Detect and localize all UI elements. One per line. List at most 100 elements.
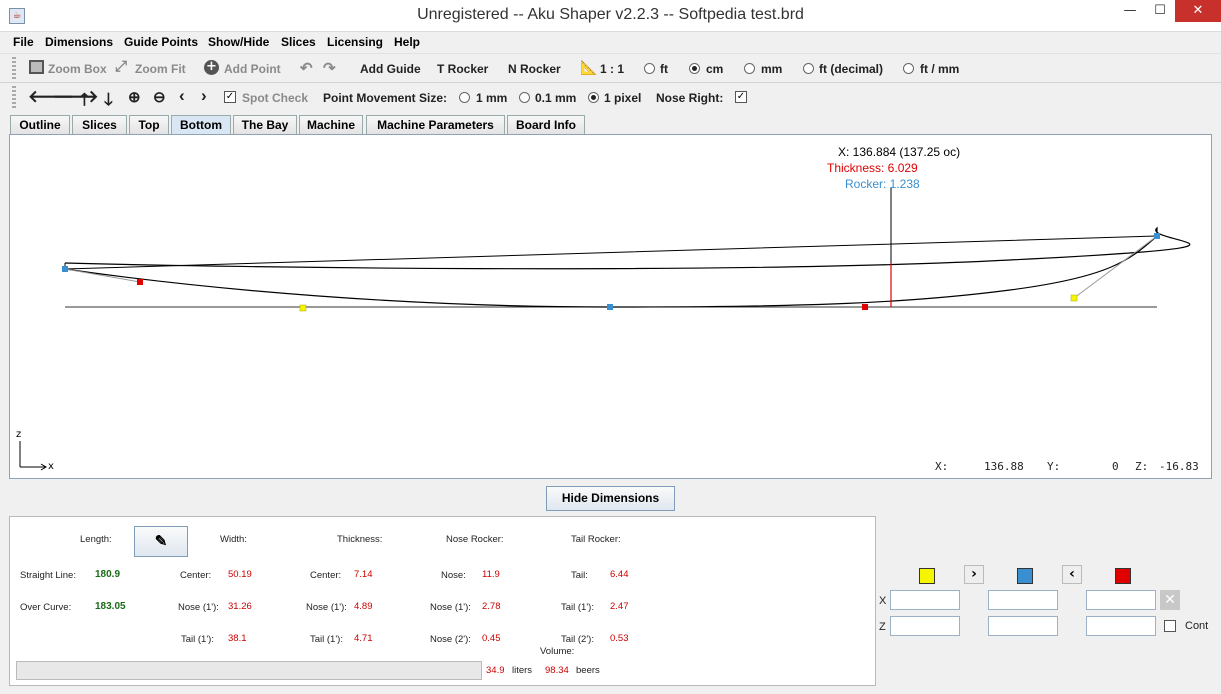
tab-outline[interactable]: Outline bbox=[10, 115, 70, 134]
yellow-point-swatch[interactable] bbox=[919, 568, 935, 584]
zoom-fit-button[interactable]: Zoom Fit bbox=[135, 62, 186, 76]
menu-file[interactable]: File bbox=[13, 35, 34, 49]
add-guide-button[interactable]: Add Guide bbox=[360, 62, 421, 76]
unit-ft-mm-label: ft / mm bbox=[920, 62, 960, 76]
red-x-input[interactable] bbox=[1086, 590, 1156, 610]
previous-point-icon[interactable]: ‹ bbox=[179, 86, 185, 106]
tab-bottom[interactable]: Bottom bbox=[171, 115, 231, 135]
yellow-x-input[interactable] bbox=[890, 590, 960, 610]
n-rocker-button[interactable]: N Rocker bbox=[508, 62, 561, 76]
top-curve bbox=[64, 226, 1191, 270]
status-y-label: Y: bbox=[1047, 460, 1061, 473]
scale-button[interactable]: 1 : 1 bbox=[600, 62, 624, 76]
blue-point-swatch[interactable] bbox=[1017, 568, 1033, 584]
arrow-down-icon[interactable]: 🡓 bbox=[104, 87, 113, 116]
toolbar-main: Zoom Box ⤢ Zoom Fit + Add Point ↶ ↷ Add … bbox=[0, 53, 1221, 83]
nose-right-label: Nose Right: bbox=[656, 91, 724, 105]
spot-check-icon: ✓ bbox=[224, 91, 236, 103]
tab-board-info[interactable]: Board Info bbox=[507, 115, 585, 134]
next-point-icon[interactable]: › bbox=[201, 86, 207, 106]
toolbar-grip[interactable] bbox=[12, 57, 16, 81]
menu-bar: File Dimensions Guide Points Show/Hide S… bbox=[0, 32, 1221, 52]
blue-x-input[interactable] bbox=[988, 590, 1058, 610]
tab-top[interactable]: Top bbox=[129, 115, 169, 134]
control-point-tail[interactable] bbox=[1154, 233, 1160, 239]
thickness-nose-value: 4.89 bbox=[354, 601, 373, 612]
control-point-yellow[interactable] bbox=[299, 304, 307, 312]
unit-cm-label: cm bbox=[706, 62, 724, 76]
volume-beers-value: 98.34 bbox=[545, 665, 569, 676]
undo-icon[interactable]: ↶ bbox=[300, 59, 313, 77]
movement-1px-radio[interactable] bbox=[588, 92, 599, 103]
hide-dimensions-button[interactable]: Hide Dimensions bbox=[546, 486, 675, 511]
unit-ft-decimal-radio[interactable] bbox=[803, 63, 814, 74]
board-profile-drawing[interactable] bbox=[10, 135, 1213, 480]
toolbar-grip-2[interactable] bbox=[12, 86, 16, 110]
edit-length-button[interactable]: ✎ bbox=[134, 526, 188, 557]
unit-ft-mm-radio[interactable] bbox=[903, 63, 914, 74]
axis-z-label: z bbox=[16, 429, 22, 440]
control-point-center[interactable] bbox=[607, 304, 613, 310]
thickness-tail-value: 4.71 bbox=[354, 633, 373, 644]
control-point-red-nose[interactable] bbox=[137, 279, 143, 285]
nose-right-checkbox[interactable]: ✓ bbox=[735, 91, 747, 103]
menu-slices[interactable]: Slices bbox=[281, 35, 316, 49]
point-editor: › ‹ X ✕ Z Cont bbox=[878, 560, 1218, 640]
control-point-yellow-tail[interactable] bbox=[1070, 294, 1078, 302]
volume-liters-value: 34.9 bbox=[486, 665, 505, 676]
control-point-nose[interactable] bbox=[62, 266, 68, 272]
zoom-in-icon[interactable]: ⊕ bbox=[128, 88, 141, 106]
prev-chevron-icon[interactable]: ‹ bbox=[1062, 565, 1082, 584]
width-tail-label: Tail (1'): bbox=[181, 634, 214, 645]
zoom-fit-icon: ⤢ bbox=[115, 58, 128, 75]
red-point-swatch[interactable] bbox=[1115, 568, 1131, 584]
blue-z-input[interactable] bbox=[988, 616, 1058, 636]
movement-1px-label: 1 pixel bbox=[604, 91, 642, 105]
close-button[interactable]: ✕ bbox=[1175, 0, 1221, 22]
unit-ft-label: ft bbox=[660, 62, 668, 76]
cont-checkbox[interactable] bbox=[1164, 620, 1176, 632]
maximize-button[interactable]: ☐ bbox=[1145, 0, 1175, 22]
movement-0-1mm-label: 0.1 mm bbox=[535, 91, 577, 105]
red-z-input[interactable] bbox=[1086, 616, 1156, 636]
menu-dimensions[interactable]: Dimensions bbox=[45, 35, 113, 49]
zoom-out-icon[interactable]: ⊖ bbox=[153, 88, 166, 106]
thickness-center-label: Center: bbox=[310, 570, 342, 581]
spot-check-button[interactable]: Spot Check bbox=[242, 91, 308, 105]
tab-slices[interactable]: Slices bbox=[72, 115, 127, 134]
unit-ft-radio[interactable] bbox=[644, 63, 655, 74]
delete-point-icon[interactable]: ✕ bbox=[1160, 590, 1180, 610]
menu-guide-points[interactable]: Guide Points bbox=[124, 35, 198, 49]
add-point-button[interactable]: Add Point bbox=[224, 62, 281, 76]
status-z-label: Z: bbox=[1135, 460, 1149, 473]
readout-x: X: 136.884 (137.25 oc) bbox=[838, 145, 961, 159]
status-y-value: 0 bbox=[1112, 460, 1119, 473]
redo-icon[interactable]: ↷ bbox=[323, 59, 336, 77]
movement-1mm-radio[interactable] bbox=[459, 92, 470, 103]
tail-rocker-tail-label: Tail: bbox=[571, 570, 588, 581]
t-rocker-button[interactable]: T Rocker bbox=[437, 62, 488, 76]
control-point-red-tail[interactable] bbox=[862, 304, 868, 310]
unit-mm-radio[interactable] bbox=[744, 63, 755, 74]
handle-line-tail bbox=[1073, 235, 1158, 299]
tab-machine[interactable]: Machine bbox=[299, 115, 363, 134]
arrow-up-icon[interactable]: 🡑 bbox=[80, 87, 89, 116]
menu-help[interactable]: Help bbox=[394, 35, 420, 49]
next-chevron-icon[interactable]: › bbox=[964, 565, 984, 584]
menu-licensing[interactable]: Licensing bbox=[327, 35, 383, 49]
menu-show-hide[interactable]: Show/Hide bbox=[208, 35, 269, 49]
length-label: Length: bbox=[80, 534, 112, 545]
tab-machine-parameters[interactable]: Machine Parameters bbox=[366, 115, 505, 134]
zoom-box-button[interactable]: Zoom Box bbox=[48, 62, 107, 76]
yellow-z-input[interactable] bbox=[890, 616, 960, 636]
readout-rocker: Rocker: 1.238 bbox=[845, 177, 920, 191]
over-curve-label: Over Curve: bbox=[20, 602, 72, 613]
minimize-button[interactable]: — bbox=[1115, 0, 1145, 22]
thickness-nose-label: Nose (1'): bbox=[306, 602, 347, 613]
arrow-right-icon[interactable]: 🡒 bbox=[53, 87, 99, 107]
board-bottom-canvas[interactable]: X: 136.884 (137.25 oc) Thickness: 6.029 … bbox=[9, 134, 1212, 479]
unit-cm-radio[interactable] bbox=[689, 63, 700, 74]
tab-the-bay[interactable]: The Bay bbox=[233, 115, 297, 134]
volume-progress-bar bbox=[16, 661, 482, 680]
movement-0-1mm-radio[interactable] bbox=[519, 92, 530, 103]
